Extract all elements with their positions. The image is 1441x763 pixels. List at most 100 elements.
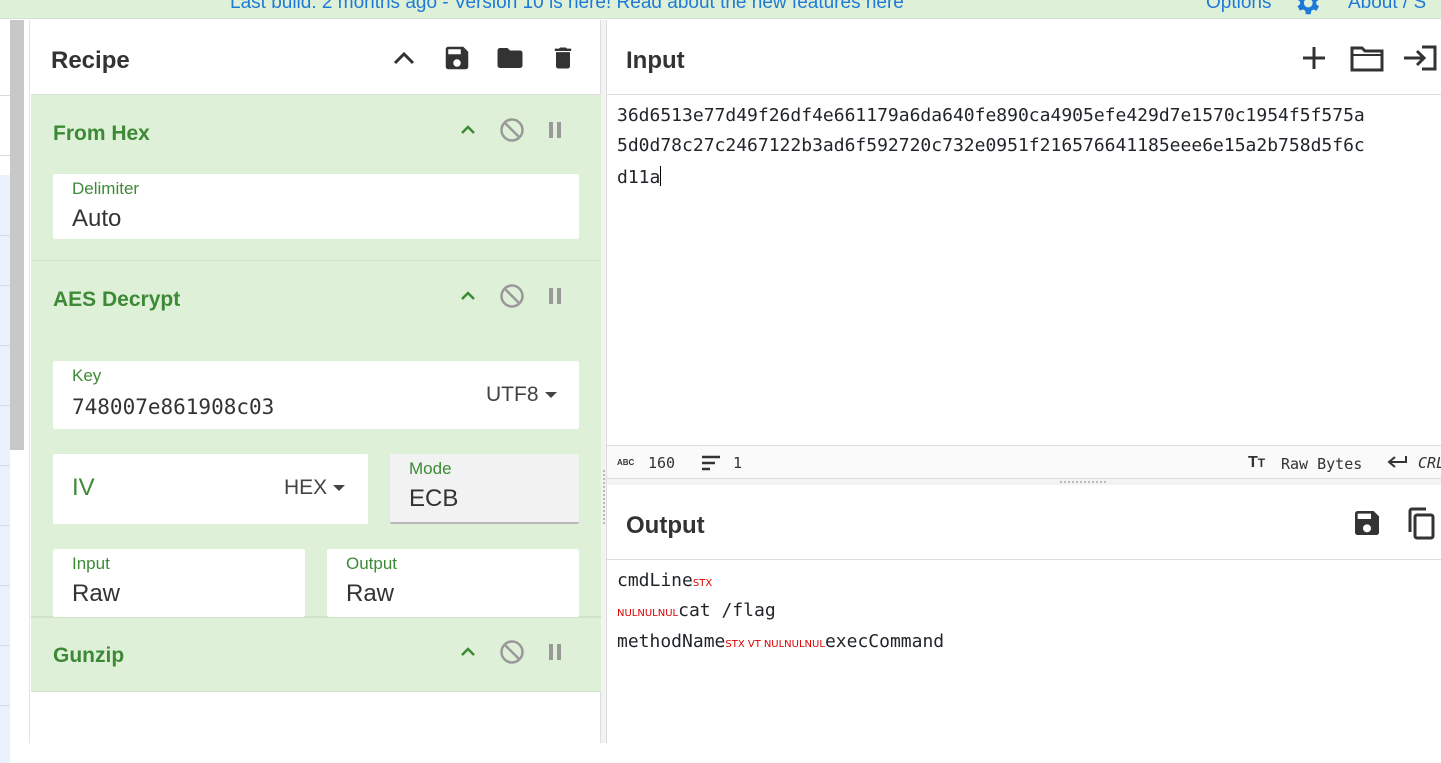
- operations-column: [0, 20, 30, 763]
- divider: [0, 405, 10, 406]
- divider: [0, 95, 10, 96]
- input-line: 5d0d78c27c2467122b3ad6f592720c732e0951f2…: [617, 135, 1365, 156]
- output-panel: Output cmdLineSTX NULNULNULcat /flag met…: [607, 485, 1441, 743]
- operations-list-edge: [0, 175, 10, 763]
- mode-label: Mode: [409, 459, 452, 478]
- iv-label: IV: [72, 474, 95, 501]
- about-link[interactable]: About / S: [1348, 0, 1426, 14]
- divider: [0, 585, 10, 586]
- control-char: STX VT: [725, 639, 761, 650]
- output-textarea[interactable]: cmdLineSTX NULNULNULcat /flag methodName…: [607, 560, 1441, 743]
- pause-icon[interactable]: [540, 637, 570, 667]
- mode-select[interactable]: Mode ECB: [390, 454, 579, 524]
- output-line: cmdLineSTX: [617, 570, 712, 591]
- input-line-count: 1: [733, 454, 743, 472]
- operation-aes-decrypt[interactable]: AES Decrypt Key 748007e861908c03 UTF8 IV…: [31, 261, 601, 617]
- banner-link[interactable]: Last build: 2 months ago - Version 10 is…: [230, 0, 904, 14]
- pause-icon[interactable]: [540, 115, 570, 145]
- chevron-up-icon[interactable]: [386, 40, 422, 76]
- input-length: 160: [648, 454, 676, 472]
- input-line-text: d11a: [617, 167, 661, 188]
- abc-icon: ABC: [617, 458, 635, 467]
- disable-icon[interactable]: [497, 281, 527, 311]
- delimiter-value: Auto: [72, 205, 122, 232]
- open-folder-icon[interactable]: [1349, 40, 1385, 76]
- trash-icon[interactable]: [545, 40, 581, 76]
- input-encoding[interactable]: Raw Bytes: [1281, 455, 1362, 473]
- control-char: STX: [692, 578, 713, 589]
- iv-encoding-dropdown[interactable]: HEX: [284, 476, 346, 500]
- input-line: d11a: [617, 166, 662, 188]
- chevron-up-icon[interactable]: [453, 115, 483, 145]
- divider: [0, 235, 10, 236]
- output-format-value: Raw: [346, 580, 395, 607]
- recipe-panel: Recipe From Hex Delimiter Auto AES Decry…: [31, 20, 601, 743]
- resizer-grip: [603, 470, 605, 526]
- gear-icon[interactable]: [1292, 0, 1322, 18]
- output-text: cat /flag: [678, 600, 776, 621]
- text-cursor: [660, 166, 662, 186]
- key-value: 748007e861908c03: [72, 395, 275, 419]
- key-encoding-dropdown[interactable]: UTF8: [486, 383, 557, 407]
- input-textarea[interactable]: 36d6513e77d49f26df4e661179a6da640fe890ca…: [607, 95, 1441, 445]
- input-panel: Input 36d6513e77d49f26df4e661179a6da640f…: [607, 20, 1441, 445]
- copy-icon[interactable]: [1402, 505, 1438, 541]
- output-text: execCommand: [824, 631, 945, 652]
- text-encoding-icon[interactable]: TT: [1248, 454, 1265, 472]
- eol-setting[interactable]: CRL: [1418, 454, 1441, 472]
- divider: [0, 525, 10, 526]
- pause-icon[interactable]: [540, 281, 570, 311]
- divider: [0, 345, 10, 346]
- input-status-bar: ABC 160 1 TT Raw Bytes CRL: [607, 445, 1441, 479]
- output-line: NULNULNULcat /flag: [617, 600, 776, 621]
- output-title: Output: [626, 512, 705, 539]
- iv-encoding-value: HEX: [284, 476, 328, 499]
- operation-from-hex[interactable]: From Hex Delimiter Auto: [31, 95, 601, 261]
- divider: [0, 285, 10, 286]
- key-label: Key: [72, 366, 102, 385]
- input-format-value: Raw: [72, 580, 121, 607]
- output-format-select[interactable]: Output Raw: [327, 549, 579, 617]
- recipe-title: Recipe: [51, 47, 130, 74]
- delimiter-label: Delimiter: [72, 179, 140, 198]
- input-format-select[interactable]: Input Raw: [53, 549, 305, 617]
- chevron-up-icon[interactable]: [453, 637, 483, 667]
- divider: [0, 705, 10, 706]
- scrollbar[interactable]: [10, 20, 24, 450]
- output-text: cmdLine: [617, 570, 693, 591]
- operation-gunzip[interactable]: Gunzip: [31, 617, 601, 692]
- save-icon[interactable]: [439, 40, 475, 76]
- output-format-label: Output: [346, 554, 398, 573]
- disable-icon[interactable]: [497, 637, 527, 667]
- output-line: methodNameSTX VT NULNULNULexecCommand: [617, 631, 944, 652]
- open-input-icon[interactable]: [1402, 40, 1438, 76]
- operation-title: AES Decrypt: [53, 288, 181, 311]
- lines-icon: [701, 455, 721, 475]
- input-line: 36d6513e77d49f26df4e661179a6da640fe890ca…: [617, 105, 1365, 126]
- output-text: methodName: [617, 631, 726, 652]
- chevron-up-icon[interactable]: [453, 281, 483, 311]
- return-icon[interactable]: [1386, 454, 1408, 474]
- resizer-grip: [1060, 481, 1108, 483]
- caret-down-icon: [333, 485, 346, 492]
- delimiter-field[interactable]: Delimiter Auto: [53, 174, 579, 239]
- key-field[interactable]: Key 748007e861908c03 UTF8: [53, 361, 579, 429]
- input-header: Input: [607, 20, 1441, 95]
- input-format-label: Input: [72, 554, 110, 573]
- input-title: Input: [626, 47, 685, 74]
- disable-icon[interactable]: [497, 115, 527, 145]
- mode-value: ECB: [409, 485, 459, 512]
- add-tab-icon[interactable]: [1296, 40, 1332, 76]
- iv-field[interactable]: IV HEX: [53, 454, 368, 524]
- divider: [0, 155, 10, 156]
- control-char: NULNULNUL: [763, 639, 825, 650]
- folder-icon[interactable]: [492, 40, 528, 76]
- divider: [0, 465, 10, 466]
- operation-title: Gunzip: [53, 644, 125, 667]
- divider: [0, 645, 10, 646]
- options-link[interactable]: Options: [1206, 0, 1271, 14]
- top-banner: Last build: 2 months ago - Version 10 is…: [0, 0, 1441, 19]
- key-encoding-value: UTF8: [486, 383, 539, 406]
- save-output-icon[interactable]: [1349, 505, 1385, 541]
- control-char: NULNULNUL: [617, 608, 679, 619]
